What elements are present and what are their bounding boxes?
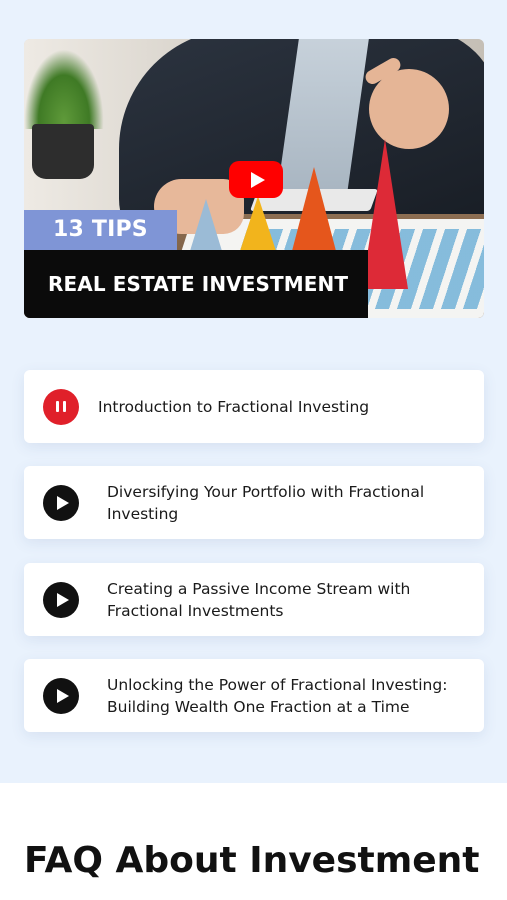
playlist-item-title: Unlocking the Power of Fractional Invest… xyxy=(107,675,448,716)
faq-title: FAQ About Investment xyxy=(24,840,480,881)
play-icon xyxy=(250,171,265,188)
video-thumbnail[interactable]: 13 TIPS REAL ESTATE INVESTMENT xyxy=(24,39,484,318)
faq-section: FAQ About Investment xyxy=(0,783,507,900)
playlist-item[interactable]: Unlocking the Power of Fractional Invest… xyxy=(24,659,484,732)
blue-cone-image xyxy=(190,199,222,251)
youtube-play-button[interactable] xyxy=(229,161,283,198)
yellow-cone-image xyxy=(240,196,276,251)
pause-icon[interactable] xyxy=(43,388,79,425)
playlist-item-title: Creating a Passive Income Stream with Fr… xyxy=(107,579,411,620)
plant-image xyxy=(24,49,104,129)
hand-image xyxy=(369,69,449,149)
playlist-item[interactable]: Diversifying Your Portfolio with Fractio… xyxy=(24,466,484,539)
playlist-item[interactable]: Introduction to Fractional Investing xyxy=(24,370,484,443)
play-icon[interactable] xyxy=(43,484,79,521)
playlist-item-title: Diversifying Your Portfolio with Fractio… xyxy=(107,482,425,523)
video-section: 13 TIPS REAL ESTATE INVESTMENT Introduct… xyxy=(0,0,507,783)
play-icon[interactable] xyxy=(43,581,79,618)
topic-label: REAL ESTATE INVESTMENT xyxy=(24,250,368,318)
red-cone-image xyxy=(362,139,408,289)
tips-label: 13 TIPS xyxy=(24,210,177,250)
orange-cone-image xyxy=(292,167,336,251)
playlist-item[interactable]: Creating a Passive Income Stream with Fr… xyxy=(24,563,484,636)
plant-pot-image xyxy=(32,124,94,179)
play-icon[interactable] xyxy=(43,677,79,714)
playlist-item-title: Introduction to Fractional Investing xyxy=(98,397,370,416)
